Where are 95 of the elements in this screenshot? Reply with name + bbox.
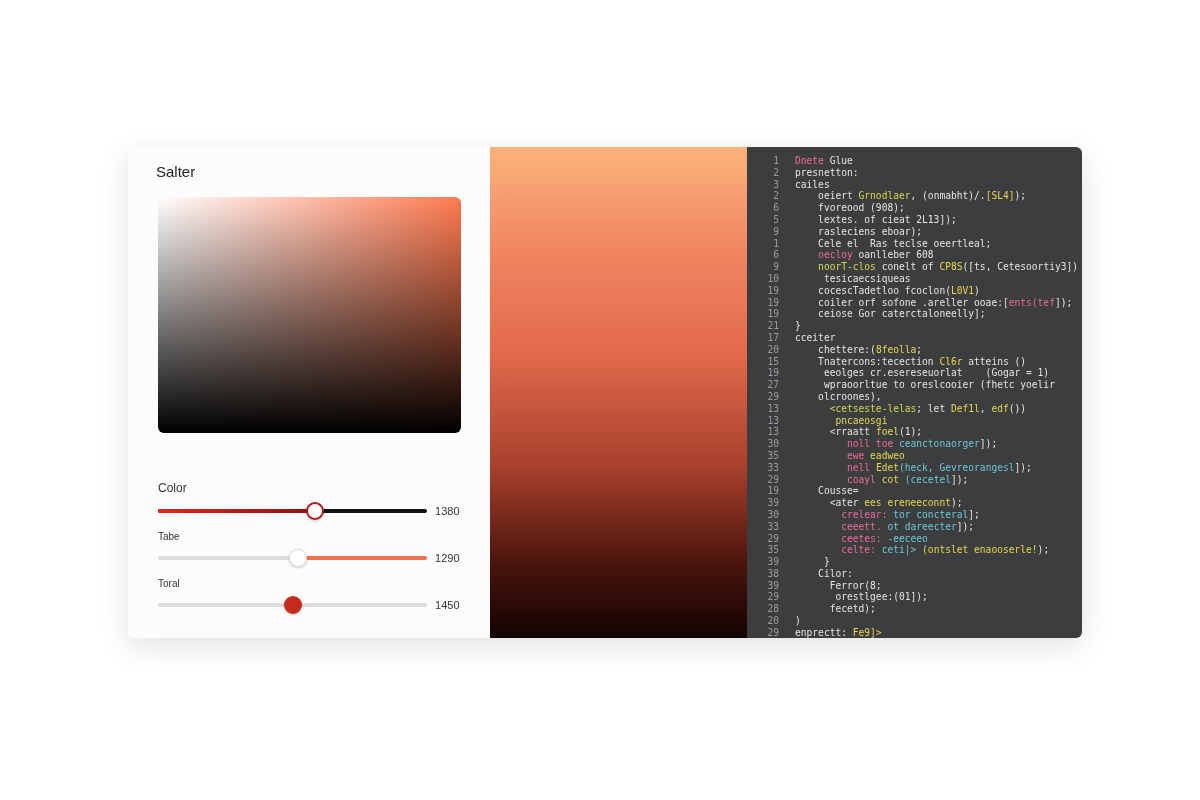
slider-value: 1380	[435, 505, 461, 517]
code-line: <ater ees ereneeconnt);	[828, 497, 963, 509]
code-line: ceetes: -eeceeo	[840, 532, 928, 545]
code-line: chettere:(8feolla;	[817, 343, 923, 356]
code-line: wpraoorltue to oreslcooier (fhetc yoelir	[822, 379, 1055, 391]
code-line: noll toe ceanctonaorger]);	[845, 438, 998, 450]
slider-thumb[interactable]	[306, 502, 325, 520]
code-line: fvoreood (908);	[817, 202, 905, 214]
line-number: 19	[766, 284, 779, 297]
line-number: 39	[766, 579, 779, 592]
line-number: 1	[772, 237, 779, 250]
color-field[interactable]	[158, 197, 461, 433]
code-line: presnetton:	[795, 166, 859, 179]
line-number: 19	[766, 308, 779, 321]
line-number: 29	[766, 390, 779, 403]
code-line: celte: ceti|> (ontslet enaooserle!);	[840, 544, 1050, 557]
code-line: oeiert Grnodlaer, (onmabht)/.[SL4]);	[817, 190, 1027, 203]
code-line: rasleciens eboar);	[817, 225, 923, 238]
code-line: Dnete Glue	[795, 155, 853, 167]
code-line: Cilor:	[817, 567, 853, 580]
code-line: }	[795, 320, 801, 332]
code-line: olcroones),	[817, 390, 882, 403]
line-number: 38	[766, 567, 779, 580]
line-number: 33	[766, 461, 779, 474]
line-number: 2	[772, 190, 779, 203]
code-line: ceeett. ot dareecter]);	[840, 520, 975, 533]
line-number: 39	[766, 497, 779, 509]
line-number: 5	[772, 214, 779, 226]
slider[interactable]	[158, 548, 428, 568]
code-line: fecetd);	[828, 603, 876, 616]
line-number: 13	[766, 402, 779, 415]
code-line: coayl cot (cecetel]);	[845, 473, 969, 486]
line-number: 19	[766, 367, 779, 380]
line-number: 15	[766, 355, 779, 368]
line-number: 39	[766, 556, 779, 568]
code-line: orestlgee:(01]);	[834, 591, 928, 604]
line-number: 35	[766, 449, 779, 462]
code-line: tesicaecsiqueas	[822, 272, 911, 285]
line-number: 9	[772, 261, 779, 273]
line-number: 30	[766, 438, 779, 450]
line-number: 1	[772, 155, 779, 167]
code-line: <rraatt foel(1);	[828, 426, 923, 439]
line-number: 27	[766, 379, 779, 391]
code-line: pncaeosgi	[834, 414, 888, 427]
line-number: 29	[766, 532, 779, 545]
code-line: cceiter	[795, 331, 836, 344]
line-number: 2	[772, 166, 779, 179]
code-line: crelear: tor concteral];	[840, 508, 980, 521]
line-number: 9	[772, 225, 779, 238]
line-number: 3	[772, 178, 779, 191]
line-number: 20	[766, 615, 779, 627]
code-line: ceiose Gor caterctaloneelly];	[817, 308, 986, 321]
panel-title: Salter	[156, 163, 197, 180]
line-number: 6	[772, 249, 779, 262]
code-line: cocescTadetloo fcoclon(L0V1)	[817, 284, 980, 297]
code-line: noorT-clos conelt of CP8S([ts, Cetesoortiy3])	[817, 261, 1079, 273]
line-number: 19	[766, 485, 779, 498]
code-line: ewe eadweo	[845, 449, 905, 462]
code-line: oecloy oanlleber 608	[817, 249, 934, 262]
code-line: nell Edet(heck, Gevreorangesl]);	[845, 461, 1032, 474]
line-number: 21	[766, 320, 779, 332]
code-line: <cetseste-lelas; let Def1l, edf())	[828, 402, 1027, 415]
line-number: 33	[766, 520, 779, 533]
code-line: coiler orf sofone .areller ooae:[ents(tef]);	[817, 296, 1073, 309]
line-number: 17	[766, 331, 779, 344]
line-number: 20	[766, 343, 779, 356]
code-line: lextes. of cieat 2L13]);	[817, 214, 957, 226]
code-line: Ferror(8;	[828, 579, 882, 592]
slider-label: Toral	[158, 578, 180, 589]
line-number: 29	[766, 591, 779, 604]
code-line: )	[795, 615, 801, 627]
line-number: 13	[766, 426, 779, 439]
line-number: 6	[772, 202, 779, 214]
slider[interactable]	[158, 595, 428, 615]
code-line: Tnatercons:tecection Cl6r atteins ()	[817, 355, 1027, 368]
line-number: 30	[766, 508, 779, 521]
code-line: Cousse=	[817, 485, 859, 498]
slider-thumb[interactable]	[283, 596, 302, 614]
line-number: 35	[766, 544, 779, 557]
code-line: cailes	[795, 178, 830, 191]
line-number: 28	[766, 603, 779, 616]
line-number: 10	[766, 272, 779, 285]
slider-label: Color	[158, 481, 187, 495]
code-line: enprectt: Fe9]>	[795, 626, 882, 638]
slider[interactable]	[158, 501, 428, 521]
slider-value: 1450	[435, 599, 461, 611]
line-number: 19	[766, 296, 779, 309]
code-line: }	[822, 556, 830, 568]
slider-value: 1290	[435, 552, 461, 564]
code-line: Cele el Ras teclse oeertleal;	[817, 237, 992, 250]
slider-label: Tabe	[158, 531, 180, 542]
line-number: 13	[766, 414, 779, 427]
line-number: 29	[766, 626, 779, 638]
code-line: eeolges cr.esereseuorlat (Gogar = 1)	[822, 367, 1050, 380]
line-number: 29	[766, 473, 779, 486]
